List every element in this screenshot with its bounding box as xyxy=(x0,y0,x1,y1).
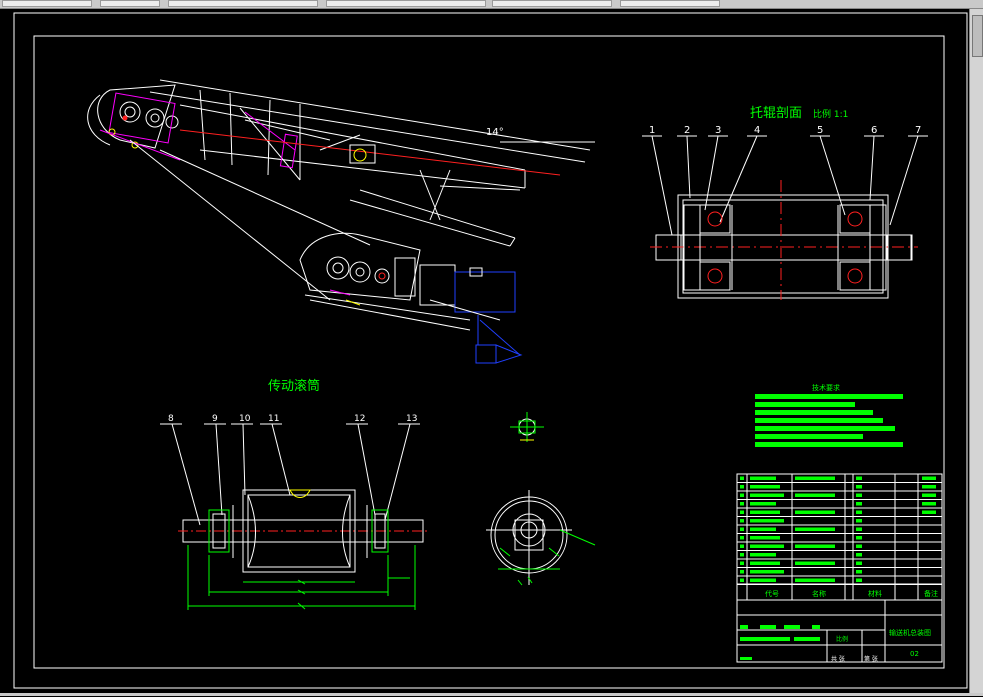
sheet-total: 共 张 xyxy=(831,655,845,663)
toolbar-strip xyxy=(0,0,983,9)
incline-angle-label: 14° xyxy=(486,127,504,138)
title-block: 代号 名称 材料 备注 输送机总装图 02 比例 共 张 第 张 xyxy=(736,473,943,663)
drive-drum-title: 传动滚筒 xyxy=(268,378,320,394)
bom-col-name: 名称 xyxy=(812,589,826,598)
drum-balloon: 13 xyxy=(406,414,417,424)
drum-balloon: 10 xyxy=(239,414,251,424)
technical-notes: 技术要求 xyxy=(755,383,903,447)
drawing-number: 02 xyxy=(910,650,919,658)
idler-balloon: 2 xyxy=(684,125,690,136)
idler-balloon: 6 xyxy=(871,125,877,136)
keyway-detail xyxy=(510,412,544,442)
idler-balloon: 7 xyxy=(915,125,921,136)
drum-balloon: 8 xyxy=(168,414,174,424)
idler-section-title: 托辊剖面 xyxy=(750,106,802,121)
bom-col-code: 代号 xyxy=(765,589,779,598)
toolbar-segment[interactable] xyxy=(492,0,612,7)
bom-col-remark: 备注 xyxy=(924,589,938,598)
toolbar-segment[interactable] xyxy=(168,0,318,7)
drive-drum-section: 传动滚筒 8 9 10 11 12 13 xyxy=(160,378,428,610)
bom-col-material: 材料 xyxy=(868,589,882,598)
idler-balloon: 3 xyxy=(715,125,721,136)
toolbar-segment[interactable] xyxy=(326,0,486,7)
notes-heading: 技术要求 xyxy=(812,383,840,392)
drum-balloon: 9 xyxy=(212,414,218,424)
idler-balloon: 1 xyxy=(649,125,655,136)
idler-scale-label: 比例 1:1 xyxy=(813,108,848,120)
toolbar-segment[interactable] xyxy=(620,0,720,7)
idler-section: 托辊剖面 比例 1:1 1 2 3 4 5 6 7 xyxy=(642,106,928,300)
drawing-canvas[interactable]: 14° 托辊剖面 比例 1:1 1234567 传动滚筒 8 9 10 11 1… xyxy=(0,9,983,693)
idler-balloon: 5 xyxy=(817,125,823,136)
drum-balloon: 12 xyxy=(354,414,365,424)
drawing-name: 输送机总装图 xyxy=(889,628,931,637)
toolbar-segment[interactable] xyxy=(100,0,160,7)
toolbar-segment[interactable] xyxy=(2,0,92,7)
drum-end-view xyxy=(486,412,596,586)
vertical-scrollbar[interactable] xyxy=(969,9,983,693)
scale-label: 比例 xyxy=(836,635,848,643)
drum-balloon: 11 xyxy=(268,414,279,424)
scrollbar-thumb[interactable] xyxy=(972,15,983,57)
sheet-number: 第 张 xyxy=(864,655,878,663)
conveyor-assembly: 14° xyxy=(87,79,595,364)
idler-balloon: 4 xyxy=(754,125,760,136)
cad-drawing: 14° 托辊剖面 比例 1:1 1234567 传动滚筒 8 9 10 11 1… xyxy=(13,12,968,689)
